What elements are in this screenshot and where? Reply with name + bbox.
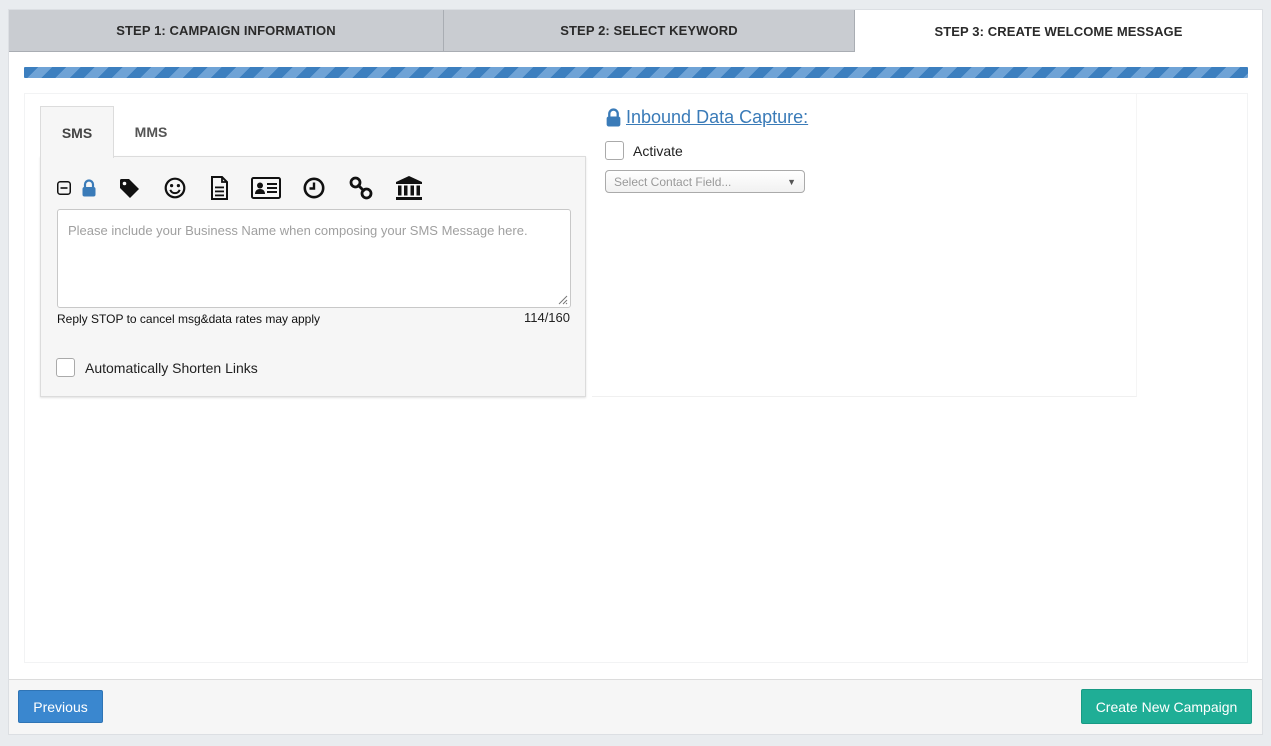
create-campaign-button[interactable]: Create New Campaign	[1081, 689, 1252, 724]
message-composer: SMS MMS Please include your Business Nam…	[40, 106, 586, 397]
collapse-icon[interactable]	[57, 181, 71, 195]
activate-label: Activate	[633, 142, 683, 159]
contact-field-select[interactable]: Select Contact Field... ▼	[605, 170, 805, 193]
inbound-data-capture-panel: Inbound Data Capture: Activate Select Co…	[592, 94, 1137, 397]
chevron-down-icon: ▼	[787, 176, 796, 187]
inbound-data-capture-link[interactable]: Inbound Data Capture:	[605, 107, 808, 128]
lock-icon[interactable]	[81, 179, 97, 197]
contact-card-icon[interactable]	[251, 177, 281, 199]
sms-panel: Reply STOP to cancel msg&data rates may …	[40, 156, 586, 397]
shorten-links-option[interactable]: Automatically Shorten Links	[56, 358, 258, 377]
contact-field-select-value: Select Contact Field...	[614, 174, 732, 189]
message-textarea-wrapper	[57, 209, 571, 308]
wizard-steps: STEP 1: CAMPAIGN INFORMATION STEP 2: SEL…	[9, 10, 1262, 52]
tab-mms[interactable]: MMS	[114, 106, 188, 157]
message-type-tabs: SMS MMS	[40, 106, 586, 158]
clock-icon[interactable]	[303, 177, 325, 199]
opt-out-notice: Reply STOP to cancel msg&data rates may …	[57, 312, 321, 326]
activate-option[interactable]: Activate	[605, 141, 683, 160]
lock-icon	[606, 108, 621, 127]
step-content: SMS MMS Please include your Business Nam…	[24, 93, 1248, 663]
document-icon[interactable]	[210, 176, 229, 200]
shorten-links-checkbox[interactable]	[56, 358, 75, 377]
previous-button[interactable]: Previous	[18, 690, 103, 723]
tag-icon[interactable]	[119, 178, 140, 199]
campaign-wizard: STEP 1: CAMPAIGN INFORMATION STEP 2: SEL…	[8, 9, 1263, 735]
resize-grip-icon[interactable]	[556, 293, 568, 305]
link-icon[interactable]	[349, 176, 373, 200]
step-3-tab[interactable]: STEP 3: CREATE WELCOME MESSAGE	[855, 10, 1262, 52]
activate-checkbox[interactable]	[605, 141, 624, 160]
shorten-links-label: Automatically Shorten Links	[85, 359, 258, 376]
character-counter: 114/160	[523, 310, 570, 325]
bank-icon[interactable]	[395, 175, 423, 201]
sms-message-input[interactable]	[58, 210, 570, 307]
step-2-tab[interactable]: STEP 2: SELECT KEYWORD	[444, 10, 855, 52]
emoji-icon[interactable]	[164, 177, 186, 199]
progress-bar	[24, 67, 1248, 78]
composer-toolbar	[57, 174, 423, 202]
inbound-title[interactable]: Inbound Data Capture:	[626, 107, 808, 128]
step-1-tab[interactable]: STEP 1: CAMPAIGN INFORMATION	[9, 10, 444, 52]
wizard-footer: Previous Create New Campaign	[9, 679, 1262, 734]
tab-sms[interactable]: SMS	[40, 106, 114, 158]
